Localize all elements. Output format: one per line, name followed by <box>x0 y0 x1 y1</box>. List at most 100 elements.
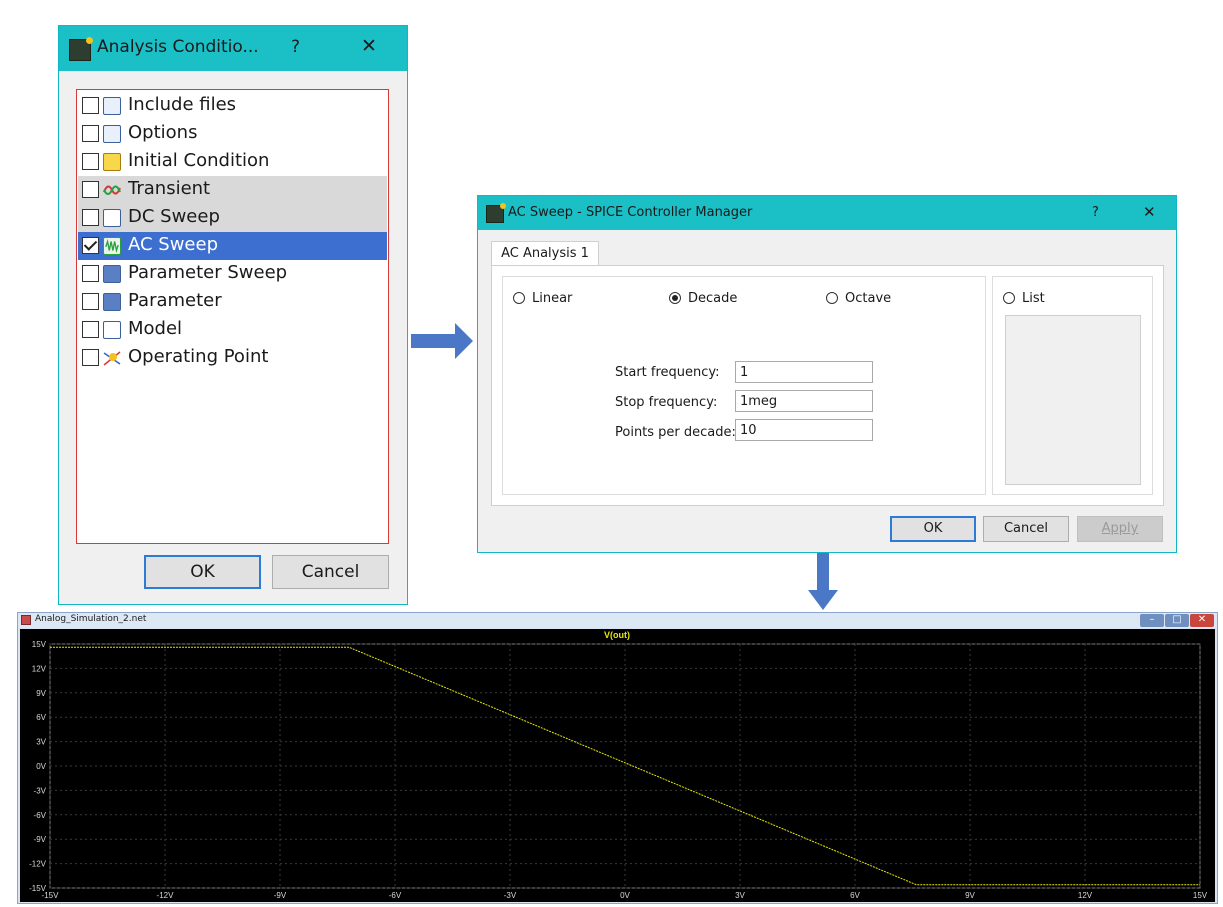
checkbox[interactable] <box>82 321 99 338</box>
y-tick-label: 0V <box>36 762 46 771</box>
list-item-label: Include files <box>128 94 237 115</box>
x-tick-label: 12V <box>1078 891 1093 900</box>
list-item-dc-sweep[interactable]: DC Sweep <box>78 204 387 232</box>
x-tick-label: -15V <box>42 891 60 900</box>
x-tick-label: -3V <box>504 891 517 900</box>
list-item-transient[interactable]: Transient <box>78 176 387 204</box>
checkbox[interactable] <box>82 209 99 226</box>
start-frequency-label: Start frequency: <box>615 365 720 380</box>
plot-title-bar[interactable]: Analog_Simulation_2.net – □ ✕ <box>18 613 1217 628</box>
dialog-title-bar[interactable]: Analysis Conditio... ? ✕ <box>59 26 407 71</box>
list-item-operating-point[interactable]: Operating Point <box>78 344 387 372</box>
minimize-icon[interactable]: – <box>1140 614 1164 627</box>
x-tick-label: -12V <box>157 891 175 900</box>
maximize-icon[interactable]: □ <box>1165 614 1189 627</box>
radio-octave[interactable]: Octave <box>826 291 891 306</box>
initial-condition-icon <box>103 153 121 171</box>
analysis-conditions-dialog: Analysis Conditio... ? ✕ Include files O… <box>58 25 408 605</box>
sweep-type-group: Linear Decade Octave Start frequency: St… <box>502 276 986 495</box>
analysis-list[interactable]: Include files Options Initial Condition … <box>76 89 389 544</box>
close-icon[interactable]: ✕ <box>1190 614 1214 627</box>
plot-window-icon <box>21 615 31 625</box>
ac-sweep-dialog: AC Sweep - SPICE Controller Manager ? ✕ … <box>477 195 1177 553</box>
list-item-ac-sweep[interactable]: AC Sweep <box>78 232 387 260</box>
arrow-down-icon <box>808 546 838 610</box>
dialog-title: Analysis Conditio... <box>97 37 259 57</box>
list-item-label: Transient <box>128 178 211 199</box>
ac-wave-icon <box>103 237 121 255</box>
checkbox[interactable] <box>82 125 99 142</box>
gear-icon <box>103 125 121 143</box>
checkbox[interactable] <box>82 181 99 198</box>
list-item-model[interactable]: Model <box>78 316 387 344</box>
radio-linear[interactable]: Linear <box>513 291 572 306</box>
list-item-options[interactable]: Options <box>78 120 387 148</box>
dialog-title-bar[interactable]: AC Sweep - SPICE Controller Manager ? ✕ <box>478 196 1176 230</box>
stop-frequency-input[interactable] <box>735 390 873 412</box>
dc-source-icon <box>103 209 121 227</box>
list-item-label: Model <box>128 318 183 339</box>
start-frequency-input[interactable] <box>735 361 873 383</box>
table-icon <box>103 265 121 283</box>
cancel-button[interactable]: Cancel <box>983 516 1069 542</box>
list-item-label: Parameter Sweep <box>128 262 288 283</box>
ok-button[interactable]: OK <box>890 516 976 542</box>
radio-selected-icon <box>669 292 681 304</box>
waveform-plot[interactable]: 15V 12V 9V 6V 3V 0V -3V -6V -9V -12V -15V -15V -12V… <box>20 629 1215 902</box>
close-icon[interactable]: ✕ <box>361 35 377 57</box>
checkbox-checked[interactable] <box>82 237 99 254</box>
x-tick-label: 3V <box>735 891 745 900</box>
list-item-parameter[interactable]: Parameter <box>78 288 387 316</box>
y-tick-label: -9V <box>34 835 47 844</box>
checkbox[interactable] <box>82 97 99 114</box>
y-tick-label: -3V <box>34 786 47 795</box>
list-item-label: Initial Condition <box>128 150 270 171</box>
tab-ac-analysis-1[interactable]: AC Analysis 1 <box>491 241 599 266</box>
list-item-initial-condition[interactable]: Initial Condition <box>78 148 387 176</box>
model-icon <box>103 321 121 339</box>
tab-page: Linear Decade Octave Start frequency: St… <box>491 265 1164 506</box>
plot-grid <box>49 643 1201 889</box>
points-per-decade-label: Points per decade: <box>615 425 736 440</box>
checkbox[interactable] <box>82 349 99 366</box>
x-tick-label: -6V <box>389 891 402 900</box>
checkbox[interactable] <box>82 293 99 310</box>
y-axis-ticks: 15V12V9V6V3V0V-3V-6V-9V-12V-15V <box>29 640 47 893</box>
y-tick-label: 12V <box>32 664 47 673</box>
help-button[interactable]: ? <box>1092 205 1099 220</box>
list-item-label: Operating Point <box>128 346 269 367</box>
list-item-include-files[interactable]: Include files <box>78 92 387 120</box>
radio-icon <box>1003 292 1015 304</box>
arrow-right-icon <box>411 323 473 359</box>
close-icon[interactable]: ✕ <box>1143 203 1156 221</box>
x-tick-label: 6V <box>850 891 860 900</box>
list-item-label: DC Sweep <box>128 206 220 227</box>
x-tick-label: 9V <box>965 891 975 900</box>
checkbox[interactable] <box>82 153 99 170</box>
trace-title[interactable]: V(out) <box>604 630 630 640</box>
y-tick-label: -12V <box>29 860 47 869</box>
list-group: List <box>992 276 1153 495</box>
radio-decade[interactable]: Decade <box>669 291 737 306</box>
waveform-viewer-window: Analog_Simulation_2.net – □ ✕ 15V 12V 9V 6V… <box>17 612 1218 904</box>
points-per-decade-input[interactable] <box>735 419 873 441</box>
ok-button[interactable]: OK <box>144 555 261 589</box>
app-icon <box>486 203 506 223</box>
stop-frequency-label: Stop frequency: <box>615 395 718 410</box>
x-axis-ticks: -15V -12V -9V -6V -3V 0V 3V 6V 9V 12V 15V <box>42 891 1208 900</box>
list-item-parameter-sweep[interactable]: Parameter Sweep <box>78 260 387 288</box>
y-tick-label: 3V <box>36 738 46 747</box>
list-item-label: Options <box>128 122 198 143</box>
plot-window-title: Analog_Simulation_2.net <box>35 614 147 624</box>
y-tick-label: 6V <box>36 713 46 722</box>
list-item-label: Parameter <box>128 290 222 311</box>
frequency-list-box[interactable] <box>1005 315 1141 485</box>
checkbox[interactable] <box>82 265 99 282</box>
y-tick-label: 9V <box>36 689 46 698</box>
waveform-icon <box>103 185 121 195</box>
help-button[interactable]: ? <box>291 37 300 57</box>
radio-list[interactable]: List <box>1003 291 1045 306</box>
cancel-button[interactable]: Cancel <box>272 555 389 589</box>
x-tick-label: 0V <box>620 891 630 900</box>
y-tick-label: -6V <box>34 811 47 820</box>
